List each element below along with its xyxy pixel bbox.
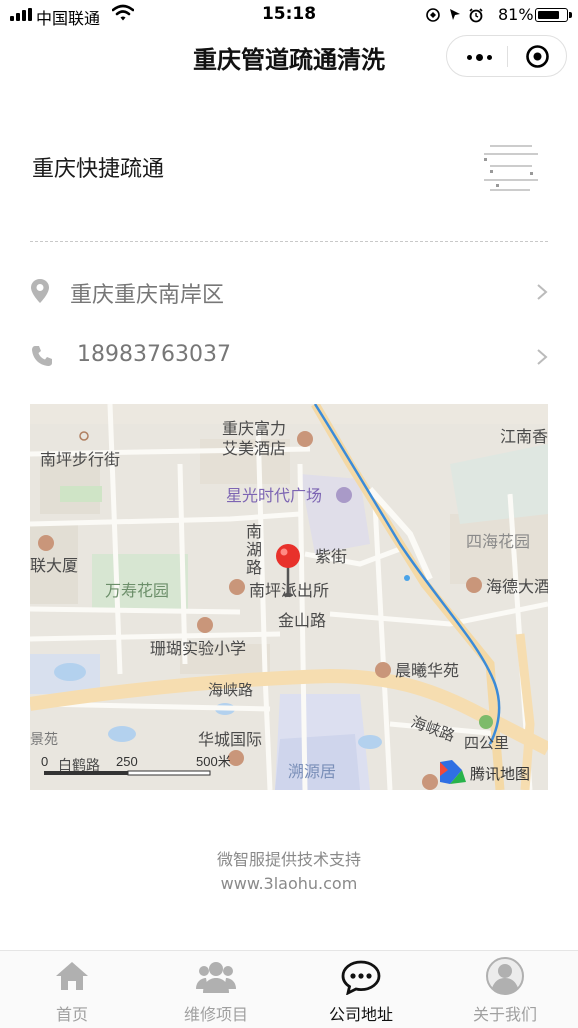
chevron-right-icon (537, 284, 548, 300)
people-icon (196, 962, 236, 993)
home-icon (56, 962, 88, 990)
map-block (275, 734, 360, 790)
chevron-right-icon (537, 349, 548, 365)
tab-about-us[interactable]: 关于我们 (433, 951, 577, 1028)
location-map[interactable]: 南坪步行街 重庆富力 艾美酒店 江南香 星光时代广场 南 湖 路 紫街 四海花园… (30, 404, 548, 790)
section-divider (30, 241, 548, 242)
tab-bar: 首页 维修项目 公司地址 关于我们 (0, 950, 578, 1028)
map-label: 南 (246, 523, 262, 541)
phone-row[interactable]: 18983763037 (30, 332, 548, 382)
tab-company-address[interactable]: 公司地址 (289, 951, 433, 1028)
tab-home[interactable]: 首页 (0, 951, 144, 1028)
address-text: 重庆重庆南岸区 (70, 283, 225, 308)
company-name: 重庆快捷疏通 (32, 157, 165, 182)
map-label: 联大厦 (30, 557, 78, 575)
clock: 15:18 (261, 4, 317, 24)
map-label: 艾美酒店 (222, 440, 286, 458)
map-label: 四公里 (464, 735, 509, 752)
map-label: 南坪步行街 (40, 451, 120, 469)
location-pin-icon (31, 279, 49, 303)
battery-tip (569, 12, 572, 18)
map-label: 重庆富力 (222, 420, 286, 438)
phone-icon (32, 346, 52, 366)
map-park (60, 486, 102, 502)
map-attribution: 腾讯地图 (470, 766, 530, 783)
map-label: 珊瑚实验小学 (150, 640, 246, 658)
map-water (108, 726, 136, 742)
scale-label: 250 (116, 754, 138, 769)
map-label: 紫街 (315, 548, 347, 566)
map-label: 江南香 (500, 428, 548, 446)
company-seal-image (473, 131, 547, 205)
status-indicators-icon (426, 8, 483, 23)
map-label: 白鹤路 (58, 757, 100, 773)
status-bar: 中国联通 15:18 81% (0, 0, 578, 30)
tab-repair-items[interactable]: 维修项目 (144, 951, 288, 1028)
map-label: 万寿花园 (105, 582, 169, 600)
more-menu-button[interactable] (457, 42, 501, 72)
map-label: 海德大酒 (486, 578, 548, 596)
user-icon (486, 957, 524, 995)
scale-label: 500米 (196, 754, 231, 769)
map-water (54, 663, 86, 681)
map-label: 海峡路 (208, 682, 253, 699)
map-label: 星光时代广场 (226, 487, 322, 505)
tab-label: 公司地址 (328, 1005, 393, 1024)
map-label: 华城国际 (198, 731, 262, 749)
chat-bubble-icon (341, 960, 381, 995)
map-label: 景苑 (30, 731, 58, 747)
tab-label: 首页 (55, 1005, 88, 1024)
close-mini-program-button[interactable] (525, 44, 550, 69)
address-row[interactable]: 重庆重庆南岸区 (30, 267, 548, 317)
map-label: 金山路 (278, 612, 326, 630)
tech-support-text: 微智服提供技术支持 (216, 850, 361, 869)
battery-icon (535, 8, 568, 22)
map-label: 路 (246, 559, 262, 577)
map-label: 四海花园 (466, 533, 530, 551)
map-park (92, 554, 188, 609)
tab-label: 关于我们 (472, 1005, 537, 1024)
map-water (358, 735, 382, 749)
scale-label: 0 (41, 754, 48, 769)
battery-percent: 81% (498, 5, 534, 24)
map-label: 湖 (246, 541, 262, 559)
tech-support-link[interactable]: www.3laohu.com (0, 874, 578, 893)
mini-program-capsule (446, 35, 567, 77)
map-label: 晨曦华苑 (395, 662, 459, 680)
tab-label: 维修项目 (183, 1005, 248, 1024)
phone-number: 18983763037 (77, 342, 231, 367)
map-label: 溯源居 (288, 763, 336, 781)
